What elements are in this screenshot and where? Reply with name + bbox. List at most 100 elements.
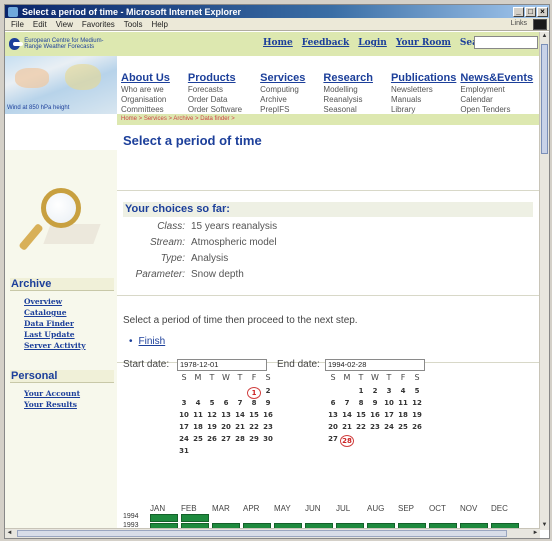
menu-file[interactable]: File — [11, 20, 24, 29]
category-item[interactable]: Manuals — [391, 95, 456, 105]
end-calendar-day[interactable]: 20 — [326, 423, 340, 431]
start-calendar-day[interactable]: 21 — [233, 423, 247, 431]
scroll-up-icon[interactable]: ▲ — [540, 32, 549, 41]
end-calendar-day[interactable]: 9 — [368, 399, 382, 407]
category-item[interactable]: Archive — [260, 95, 305, 105]
end-calendar-day[interactable]: 17 — [382, 411, 396, 419]
start-calendar-day[interactable]: 14 — [233, 411, 247, 419]
start-date-input[interactable]: 1978-12-01 — [177, 359, 267, 371]
end-calendar-day[interactable]: 16 — [368, 411, 382, 419]
category-item[interactable]: Order Data — [188, 95, 242, 105]
search-input[interactable] — [474, 36, 538, 49]
category-head[interactable]: About Us — [121, 72, 170, 84]
category-head[interactable]: News&Events — [460, 72, 533, 84]
end-calendar-day[interactable]: 24 — [382, 423, 396, 431]
breadcrumb[interactable]: Home > Services > Archive > Data finder … — [117, 114, 540, 125]
start-calendar-day[interactable]: 9 — [261, 399, 275, 407]
vertical-scrollbar[interactable]: ▲ ▼ — [539, 32, 549, 530]
scroll-thumb[interactable] — [541, 44, 548, 154]
category-head[interactable]: Products — [188, 72, 242, 84]
end-calendar-day[interactable]: 7 — [340, 399, 354, 407]
start-calendar-day[interactable]: 13 — [219, 411, 233, 419]
start-calendar-day[interactable]: 15 — [247, 411, 261, 419]
end-calendar-day[interactable]: 6 — [326, 399, 340, 407]
sidebar-item-overview[interactable]: Overview — [24, 297, 62, 306]
end-calendar-day[interactable]: 3 — [382, 387, 396, 395]
end-calendar-day[interactable]: 13 — [326, 411, 340, 419]
start-calendar-day[interactable]: 25 — [191, 435, 205, 443]
start-calendar-day[interactable]: 27 — [219, 435, 233, 443]
end-calendar-day[interactable]: 26 — [410, 423, 424, 431]
category-item[interactable]: Calendar — [460, 95, 533, 105]
sidebar-item-catalogue[interactable]: Catalogue — [24, 308, 66, 317]
scroll-left-icon[interactable]: ◄ — [5, 529, 14, 538]
nav-login[interactable]: Login — [358, 38, 387, 48]
sidebar-item-your-account[interactable]: Your Account — [24, 389, 80, 398]
category-item[interactable]: Organisation — [121, 95, 170, 105]
start-calendar-day[interactable]: 17 — [177, 423, 191, 431]
end-calendar-day[interactable]: 18 — [396, 411, 410, 419]
start-calendar-day[interactable]: 1 — [247, 387, 261, 399]
start-calendar-day[interactable]: 31 — [177, 447, 191, 455]
end-date-input[interactable]: 1994-02-28 — [325, 359, 425, 371]
category-head[interactable]: Publications — [391, 72, 456, 84]
start-calendar-day[interactable]: 23 — [261, 423, 275, 431]
end-calendar-day[interactable]: 5 — [410, 387, 424, 395]
minimize-button[interactable]: _ — [513, 6, 524, 17]
menu-help[interactable]: Help — [151, 20, 167, 29]
category-item[interactable]: Who are we — [121, 85, 170, 95]
sidebar-item-last-update[interactable]: Last Update — [24, 330, 75, 339]
start-calendar-day[interactable]: 11 — [191, 411, 205, 419]
end-calendar-day[interactable]: 2 — [368, 387, 382, 395]
start-calendar-day[interactable]: 26 — [205, 435, 219, 443]
sidebar-item-server-activity[interactable]: Server Activity — [24, 341, 86, 350]
start-calendar-day[interactable]: 3 — [177, 399, 191, 407]
end-calendar-day[interactable]: 21 — [340, 423, 354, 431]
start-calendar-day[interactable]: 20 — [219, 423, 233, 431]
nav-your-room[interactable]: Your Room — [396, 38, 451, 48]
menu-view[interactable]: View — [56, 20, 73, 29]
end-calendar-day[interactable]: 12 — [410, 399, 424, 407]
start-calendar-day[interactable]: 16 — [261, 411, 275, 419]
end-calendar-day[interactable]: 25 — [396, 423, 410, 431]
month-availability-cell[interactable] — [150, 514, 178, 522]
month-availability-cell[interactable] — [181, 514, 209, 522]
end-calendar-day[interactable]: 28 — [340, 435, 354, 447]
end-calendar-day[interactable]: 19 — [410, 411, 424, 419]
start-calendar-day[interactable]: 2 — [261, 387, 275, 395]
category-item[interactable]: Employment — [460, 85, 533, 95]
start-calendar-day[interactable]: 29 — [247, 435, 261, 443]
category-head[interactable]: Services — [260, 72, 305, 84]
menu-favorites[interactable]: Favorites — [82, 20, 115, 29]
start-calendar-day[interactable]: 22 — [247, 423, 261, 431]
category-head[interactable]: Research — [323, 72, 373, 84]
end-calendar-day[interactable]: 23 — [368, 423, 382, 431]
end-calendar-day[interactable]: 4 — [396, 387, 410, 395]
category-item[interactable]: Forecasts — [188, 85, 242, 95]
start-calendar-day[interactable]: 19 — [205, 423, 219, 431]
end-calendar-day[interactable]: 10 — [382, 399, 396, 407]
category-item[interactable]: Modelling — [323, 85, 373, 95]
start-calendar-day[interactable]: 10 — [177, 411, 191, 419]
start-calendar-day[interactable]: 18 — [191, 423, 205, 431]
start-calendar-day[interactable]: 24 — [177, 435, 191, 443]
start-calendar-day[interactable]: 6 — [219, 399, 233, 407]
start-calendar-day[interactable]: 30 — [261, 435, 275, 443]
start-calendar-day[interactable]: 12 — [205, 411, 219, 419]
nav-feedback[interactable]: Feedback — [302, 38, 349, 48]
nav-home[interactable]: Home — [263, 38, 293, 48]
start-calendar-day[interactable]: 5 — [205, 399, 219, 407]
end-calendar-day[interactable]: 15 — [354, 411, 368, 419]
horizontal-scrollbar[interactable]: ◄ ► — [5, 528, 540, 538]
ecmwf-logo[interactable]: European Centre for Medium-Range Weather… — [9, 35, 117, 53]
end-calendar-day[interactable]: 27 — [326, 435, 340, 443]
end-calendar-day[interactable]: 8 — [354, 399, 368, 407]
scroll-right-icon[interactable]: ► — [531, 529, 540, 538]
end-calendar-day[interactable]: 22 — [354, 423, 368, 431]
end-calendar-day[interactable]: 1 — [354, 387, 368, 395]
category-item[interactable]: Computing — [260, 85, 305, 95]
hscroll-thumb[interactable] — [17, 530, 507, 537]
maximize-button[interactable]: □ — [525, 6, 536, 17]
menu-tools[interactable]: Tools — [124, 20, 143, 29]
start-calendar-day[interactable]: 28 — [233, 435, 247, 443]
